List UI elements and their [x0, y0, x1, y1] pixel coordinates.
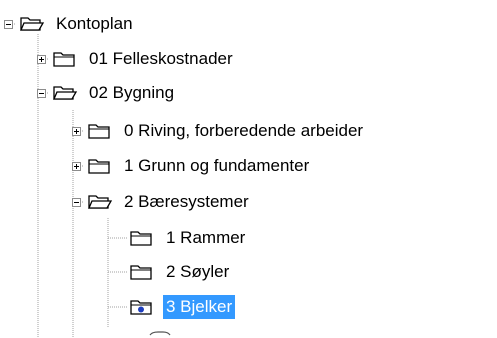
collapse-toggle-icon[interactable]	[72, 197, 81, 207]
tree-node-kontoplan[interactable]: Kontoplan	[4, 9, 136, 39]
tree-node-riving[interactable]: 0 Riving, forberedende arbeider	[72, 116, 366, 146]
folder-open-icon	[20, 17, 45, 31]
expand-toggle-icon[interactable]	[72, 161, 81, 171]
tree-node-soyler[interactable]: 2 Søyler	[129, 257, 232, 287]
collapse-toggle-icon[interactable]	[37, 88, 46, 98]
collapse-toggle-icon[interactable]	[4, 19, 13, 29]
tree-node-label: 2 Søyler	[166, 262, 230, 281]
folder-icon	[130, 231, 152, 246]
tree-node-bjelker[interactable]: 3 Bjelker	[129, 292, 236, 322]
folder-icon	[88, 124, 110, 139]
tree-node-felleskostnader[interactable]: 01 Felleskostnader	[37, 44, 236, 74]
tree-node-baeresystemer[interactable]: 2 Bæresystemer	[72, 187, 252, 217]
tree-node-bygning[interactable]: 02 Bygning	[37, 78, 177, 108]
expand-toggle-icon[interactable]	[37, 54, 46, 64]
account-tree: Kontoplan 01 Felleskostnader 02 Bygning …	[0, 0, 497, 338]
tree-node-rammer[interactable]: 1 Rammer	[129, 223, 248, 253]
tree-node-label: 3 Bjelker	[163, 295, 236, 319]
tree-node-label: Kontoplan	[56, 14, 133, 33]
folder-open-icon	[88, 195, 113, 209]
tree-node-grunn[interactable]: 1 Grunn og fundamenter	[72, 151, 312, 181]
expand-toggle-icon[interactable]	[72, 126, 81, 136]
folder-icon	[88, 159, 110, 174]
tree-node-label: 1 Grunn og fundamenter	[124, 156, 310, 175]
tree-node-label: 1 Rammer	[166, 228, 246, 247]
tree-node-label: 01 Felleskostnader	[89, 49, 233, 68]
tree-node-label: 0 Riving, forberedende arbeider	[124, 121, 364, 140]
folder-icon	[130, 265, 152, 280]
folder-selected-icon	[130, 300, 152, 315]
tree-node-label: 02 Bygning	[89, 83, 175, 102]
folder-icon	[53, 52, 75, 67]
folder-open-icon	[53, 86, 78, 100]
tree-node-label: 2 Bæresystemer	[124, 192, 249, 211]
